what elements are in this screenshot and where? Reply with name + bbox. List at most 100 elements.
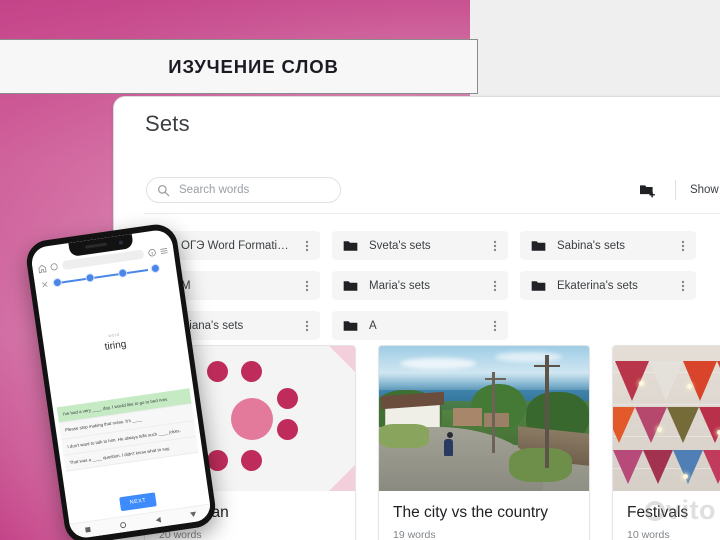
card-word-count: 10 words [627, 529, 670, 540]
home-circle-icon[interactable] [119, 521, 127, 529]
card-body: The city vs the country 19 words [379, 491, 589, 540]
bunting-flag [673, 450, 703, 485]
step-dot[interactable] [117, 268, 128, 279]
string-light-bulb [639, 380, 644, 386]
center-dot [231, 398, 273, 440]
folder-chip-label: A [369, 319, 377, 332]
folder-chip-label: M [181, 279, 191, 292]
ring-dot [241, 361, 262, 382]
show-sets-toggle[interactable]: Show sets [690, 184, 720, 196]
card-body: Festivals 10 words [613, 491, 720, 540]
town-street-image [379, 346, 589, 491]
folder-chip[interactable]: Sveta's sets [332, 231, 508, 260]
home-icon[interactable] [37, 263, 47, 273]
card-word-count: 20 words [159, 529, 202, 540]
utility-pole [544, 354, 549, 468]
search-input[interactable] [179, 184, 329, 196]
ring-dot [207, 450, 228, 471]
steps-line [56, 268, 149, 285]
folder-chip-label: Diana's sets [181, 319, 244, 332]
set-card[interactable]: The city vs the country 19 words [378, 345, 590, 540]
folder-icon [531, 240, 546, 251]
bunting-flag [703, 450, 720, 485]
bunting-flag [613, 406, 635, 443]
girl-figure [444, 438, 454, 456]
bunting-flag [649, 360, 683, 401]
card-title: Festivals [627, 504, 689, 521]
folder-chip-label: Ekaterina's sets [557, 279, 638, 292]
girl-head [447, 431, 454, 438]
recents-icon[interactable] [85, 526, 91, 533]
kebab-menu-icon[interactable] [301, 239, 313, 253]
front-camera [118, 239, 124, 245]
bunting-flag [699, 406, 720, 443]
word-prompt: word tiring [43, 322, 186, 361]
pole-crossbar [485, 377, 507, 380]
utility-pole [492, 372, 496, 454]
folder-icon [343, 240, 358, 251]
far-building [452, 408, 482, 426]
folder-icon [343, 320, 358, 331]
folder-chip[interactable]: Maria's sets [332, 271, 508, 300]
hide-keyboard-icon[interactable] [190, 511, 197, 518]
pole-crossbar [534, 364, 560, 367]
folder-chip-label: ОГЭ Word Formati… [181, 239, 289, 252]
kebab-menu-icon[interactable] [677, 239, 689, 253]
bunting-flags-image [613, 346, 720, 491]
ring-dot [207, 361, 228, 382]
refresh-icon[interactable] [49, 261, 59, 271]
next-button[interactable]: NEXT [119, 492, 157, 512]
search-icon [157, 184, 170, 196]
plank-line [613, 404, 720, 405]
folder-icon [343, 280, 358, 291]
card-word-count: 19 words [393, 529, 436, 540]
back-icon[interactable] [155, 516, 162, 523]
toolbar: Show sets [114, 167, 720, 213]
kebab-menu-icon[interactable] [677, 279, 689, 293]
banner-strip: ИЗУЧЕНИЕ СЛОВ [0, 39, 478, 94]
ring-dot [277, 419, 298, 440]
kebab-menu-icon[interactable] [489, 239, 501, 253]
earpiece-speaker [84, 242, 108, 249]
step-dot[interactable] [51, 277, 63, 288]
folder-chip-label: Maria's sets [369, 279, 430, 292]
kebab-menu-icon[interactable] [489, 279, 501, 293]
corner-triangle [329, 465, 355, 491]
string-light-bulb [683, 473, 688, 479]
folder-chip[interactable]: Ekaterina's sets [520, 271, 696, 300]
bunting-flag [635, 406, 667, 443]
folder-chip[interactable]: A [332, 311, 508, 340]
info-icon[interactable] [147, 247, 157, 257]
search-box[interactable] [146, 177, 341, 203]
kebab-menu-icon[interactable] [489, 319, 501, 333]
far-building [484, 412, 510, 428]
grass [509, 447, 573, 483]
card-title: The city vs the country [393, 504, 549, 521]
grass [379, 424, 430, 448]
ring-dot [277, 388, 298, 409]
banner-title: ИЗУЧЕНИЕ СЛОВ [168, 55, 339, 77]
folder-icon [531, 280, 546, 291]
toolbar-separator [144, 213, 720, 214]
cloud [400, 357, 476, 370]
new-folder-icon [640, 184, 656, 198]
step-dot[interactable] [149, 263, 161, 274]
kebab-menu-icon[interactable] [301, 279, 313, 293]
answer-options: I've had a very ____ day. I would like t… [56, 388, 199, 472]
step-dot[interactable] [84, 272, 95, 283]
bunting-flag [683, 360, 717, 401]
ring-dot [241, 450, 262, 471]
page-title: Sets [145, 111, 190, 136]
bunting-flag [613, 450, 643, 485]
close-icon[interactable]: ✕ [40, 279, 49, 291]
folder-chip-label: Sabina's sets [557, 239, 626, 252]
folder-chip[interactable]: Sabina's sets [520, 231, 696, 260]
set-card[interactable]: Festivals 10 words [612, 345, 720, 540]
menu-icon[interactable] [159, 245, 169, 255]
bunting-flag [667, 406, 699, 443]
kebab-menu-icon[interactable] [301, 319, 313, 333]
new-folder-button[interactable] [635, 177, 661, 203]
bunting-flag [643, 450, 673, 485]
toolbar-divider [674, 180, 676, 200]
bunting-flag [615, 360, 649, 401]
